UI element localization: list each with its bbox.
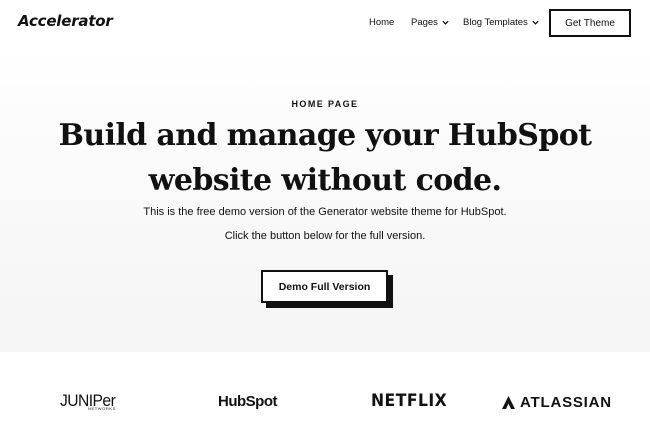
site-logo[interactable]: Accelerator: [18, 12, 113, 30]
atlassian-mark-icon: [502, 396, 515, 409]
hero-headline-line-2: website without code.: [148, 163, 502, 198]
demo-button-wrapper: Demo Full Version: [261, 270, 393, 308]
nav-item-blog-templates[interactable]: Blog Templates: [463, 17, 540, 28]
chevron-down-icon: [442, 20, 449, 25]
atlassian-logo-text: ATLASSIAN: [520, 394, 612, 411]
nav-item-pages-label: Pages: [411, 17, 438, 28]
site-header: Accelerator Home Pages Blog Templates Ge…: [0, 0, 650, 46]
hero-subtitle-2: Click the button below for the full vers…: [224, 230, 426, 242]
atlassian-logo: ATLASSIAN: [502, 394, 612, 411]
juniper-logo-subtext: NETWORKS: [88, 406, 116, 411]
hero-headline: Build and manage your HubSpot website wi…: [0, 113, 650, 203]
hubspot-logo: HubSpot: [218, 393, 277, 410]
chevron-down-icon: [532, 20, 539, 25]
demo-full-version-button[interactable]: Demo Full Version: [261, 270, 388, 303]
nav-item-blog-templates-label: Blog Templates: [463, 17, 528, 28]
nav-item-pages[interactable]: Pages: [411, 17, 450, 28]
hero-subtitle-1: This is the free demo version of the Gen…: [143, 206, 507, 218]
hero-headline-line-1: Build and manage your HubSpot: [58, 118, 592, 153]
netflix-logo: NETFLIX: [371, 391, 448, 411]
get-theme-button[interactable]: Get Theme: [549, 9, 631, 37]
nav-item-home[interactable]: Home: [369, 17, 394, 28]
nav-item-home-label: Home: [369, 17, 395, 28]
hero-eyebrow: HOME PAGE: [291, 99, 359, 109]
client-logos-strip: [0, 352, 650, 427]
